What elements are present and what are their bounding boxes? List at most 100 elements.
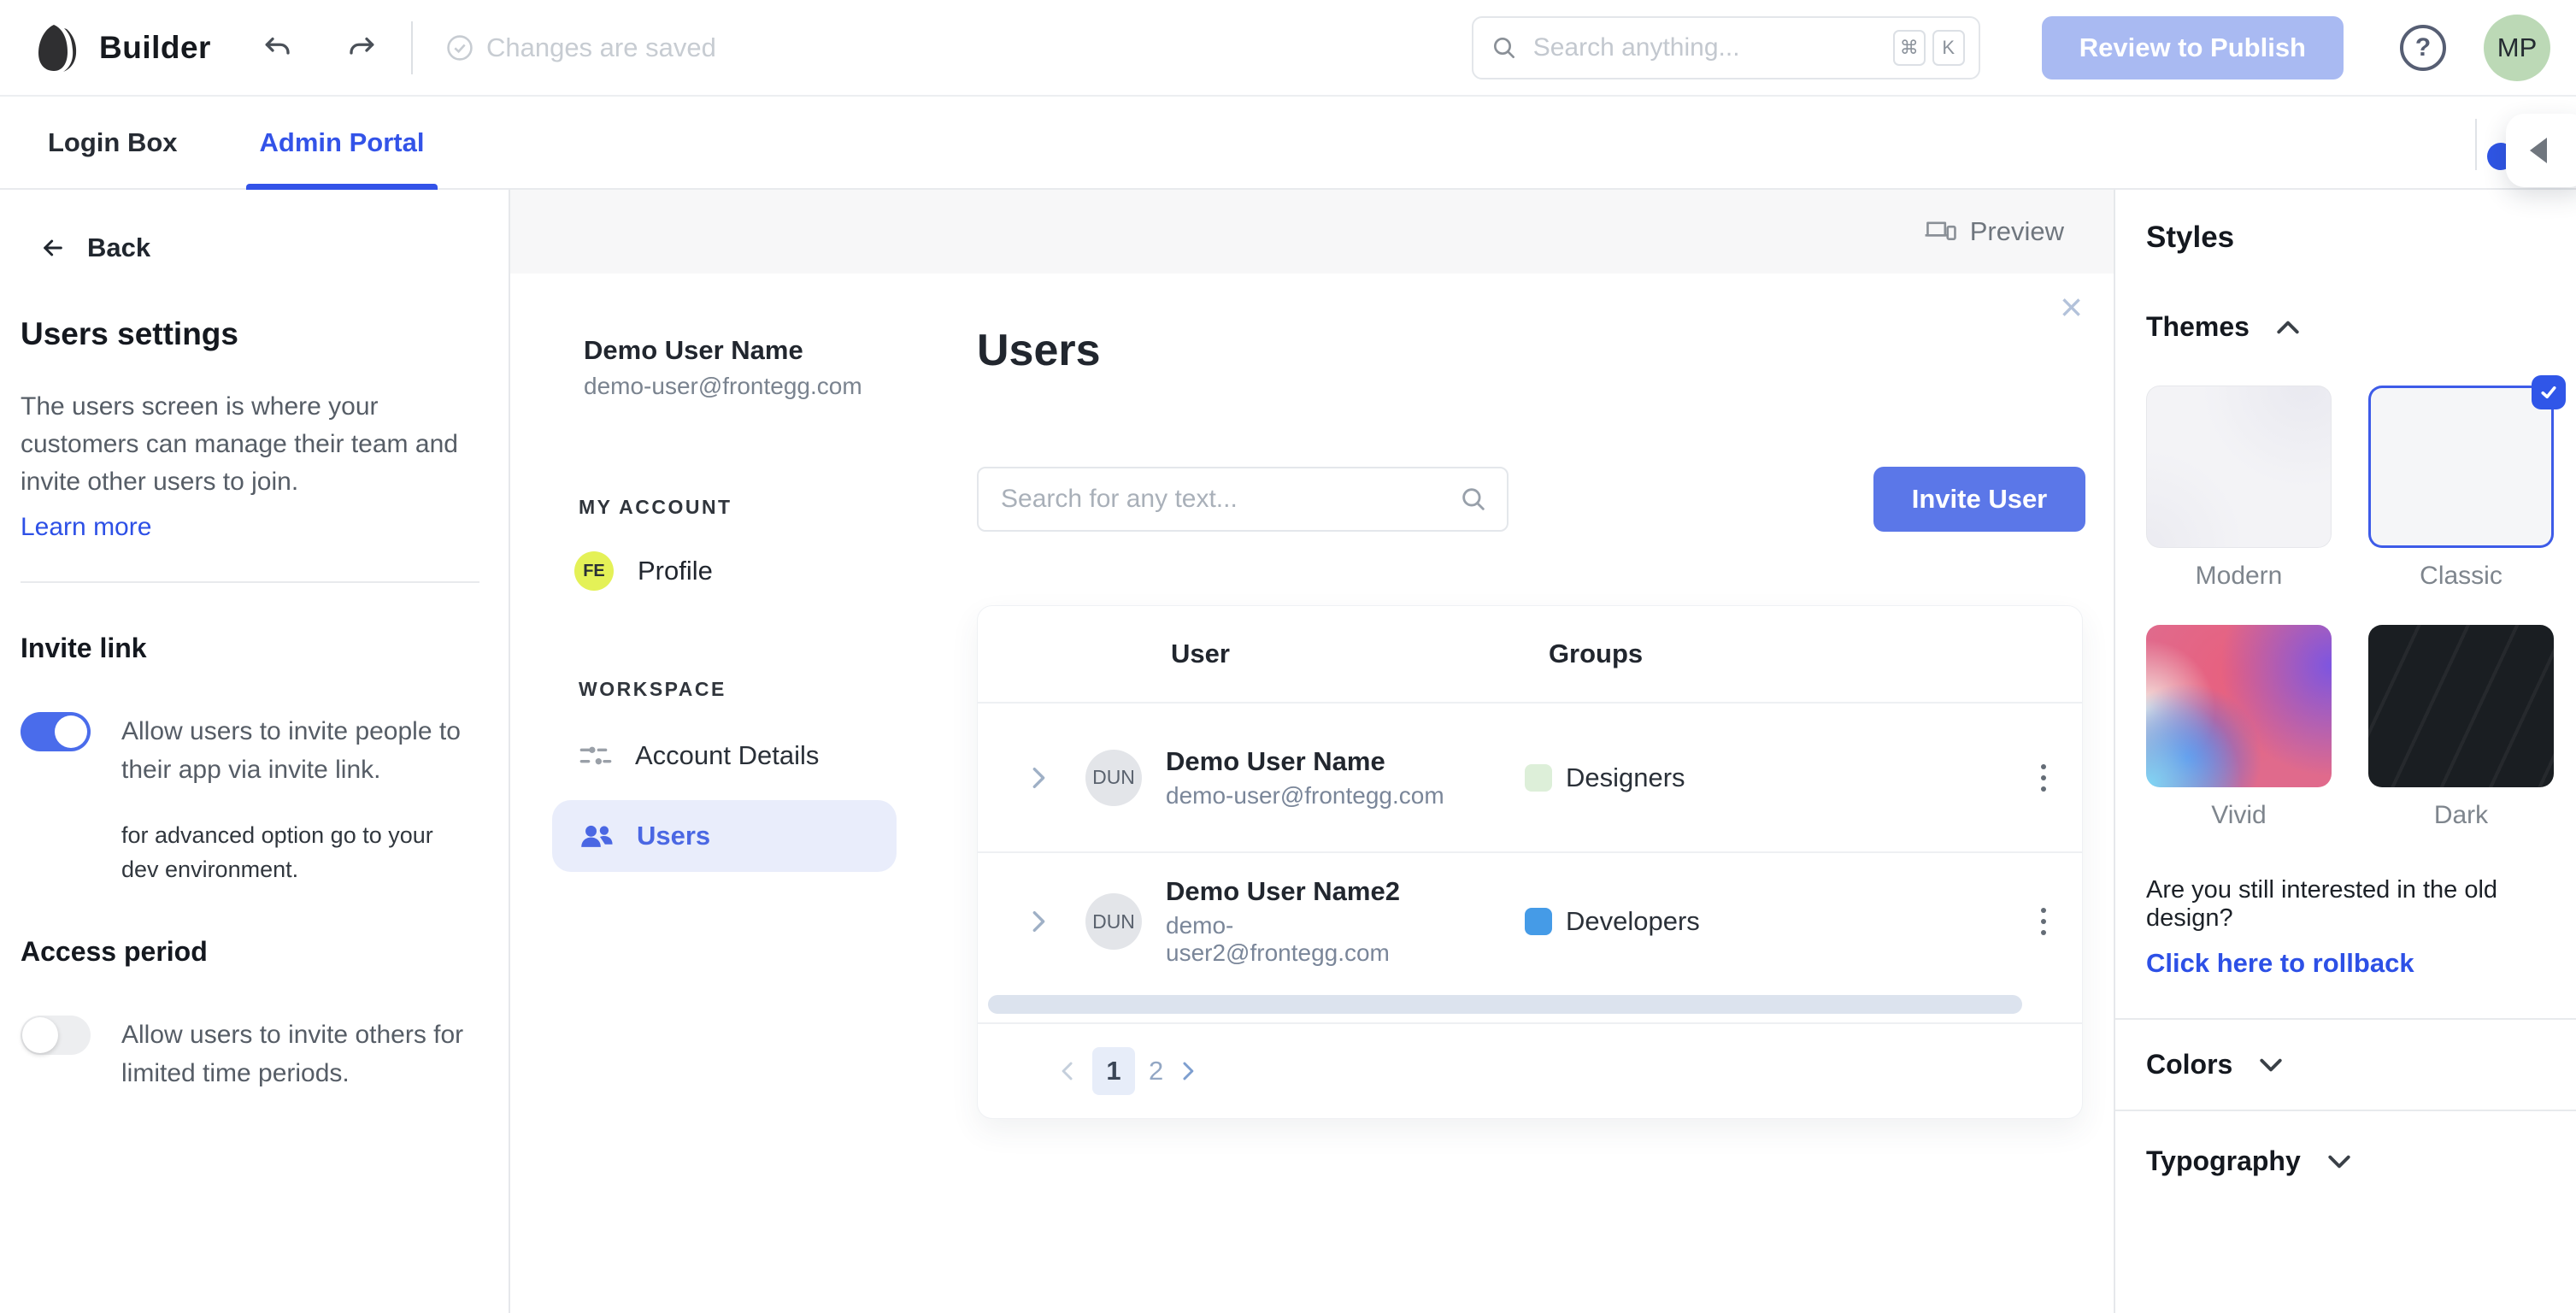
review-to-publish-button[interactable]: Review to Publish xyxy=(2041,15,2344,79)
colors-label: Colors xyxy=(2146,1049,2233,1080)
top-header: Builder Changes are saved ⌘ K Review to … xyxy=(0,0,2576,97)
rollback-link[interactable]: Click here to rollback xyxy=(2146,948,2414,979)
row-menu-icon[interactable] xyxy=(2034,757,2053,798)
nav-item-users[interactable]: Users xyxy=(552,800,897,872)
collapse-panel-button[interactable] xyxy=(2506,114,2576,187)
groups-cell: Designers xyxy=(1525,762,1685,793)
back-label: Back xyxy=(87,233,151,262)
save-status-text: Changes are saved xyxy=(485,32,716,62)
global-search-input[interactable] xyxy=(1532,32,1886,62)
back-button[interactable]: Back xyxy=(39,233,488,263)
typography-section-toggle[interactable]: Typography xyxy=(2146,1145,2552,1177)
tab-login-box[interactable]: Login Box xyxy=(48,97,178,188)
invite-link-note: for advanced option go to your dev envir… xyxy=(121,822,433,882)
global-search[interactable]: ⌘ K xyxy=(1471,15,1980,79)
search-icon xyxy=(1493,37,1514,58)
header-divider xyxy=(410,21,413,74)
user-avatar[interactable]: MP xyxy=(2484,14,2550,81)
toggle-knob xyxy=(55,715,87,748)
users-search[interactable] xyxy=(977,467,1509,532)
invite-link-title: Invite link xyxy=(21,633,147,663)
header-right: ⌘ K Review to Publish ? MP xyxy=(1471,14,2550,81)
portal-account-name: Demo User Name xyxy=(584,335,803,365)
shortcut-k-key: K xyxy=(1932,29,1965,66)
invite-link-setting: Allow users to invite people to their ap… xyxy=(21,712,488,789)
preview-button[interactable]: Preview xyxy=(1924,216,2064,247)
settings-sidebar: Back Users settings The users screen is … xyxy=(0,190,510,1313)
expand-row-icon[interactable] xyxy=(1027,909,1050,934)
main-layout: Back Users settings The users screen is … xyxy=(0,190,2576,1313)
theme-option-modern[interactable] xyxy=(2146,386,2332,548)
panel-divider xyxy=(2115,1018,2576,1020)
learn-more-link[interactable]: Learn more xyxy=(21,513,151,542)
users-page: Users Invite User User Groups xyxy=(977,325,2085,1119)
theme-label-dark: Dark xyxy=(2433,801,2489,829)
access-period-toggle[interactable] xyxy=(21,1016,91,1055)
workspace-section-label: WORKSPACE xyxy=(579,678,726,700)
arrow-left-icon xyxy=(44,239,62,256)
horizontal-scrollbar[interactable] xyxy=(988,995,2022,1014)
column-header-groups: Groups xyxy=(1548,639,1644,668)
help-button[interactable]: ? xyxy=(2400,24,2446,71)
table-row[interactable]: DUN Demo User Name2 demo-user2@frontegg.… xyxy=(978,853,2082,990)
portal-nav: Demo User Name demo-user@frontegg.com MY… xyxy=(552,335,897,872)
preview-region: Preview × Demo User Name demo-user@front… xyxy=(510,190,2114,1313)
table-row[interactable]: DUN Demo User Name demo-user@frontegg.co… xyxy=(978,704,2082,853)
theme-option-vivid[interactable] xyxy=(2146,625,2332,787)
expand-row-icon[interactable] xyxy=(1027,765,1050,791)
group-color-swatch xyxy=(1525,908,1552,935)
theme-label-classic: Classic xyxy=(2420,562,2502,590)
row-avatar: DUN xyxy=(1085,893,1142,950)
access-period-setting: Allow users to invite others for limited… xyxy=(21,1016,488,1092)
shortcut-cmd-key: ⌘ xyxy=(1892,29,1926,66)
theme-option-classic[interactable] xyxy=(2368,375,2566,548)
typography-label: Typography xyxy=(2146,1145,2301,1176)
row-avatar: DUN xyxy=(1085,749,1142,806)
row-menu-icon[interactable] xyxy=(2034,901,2053,942)
colors-section-toggle[interactable]: Colors xyxy=(2146,1049,2552,1080)
settings-title: Users settings xyxy=(21,316,238,351)
next-page-icon[interactable] xyxy=(1170,1060,1206,1082)
chevron-up-icon xyxy=(2277,321,2299,333)
undo-button[interactable] xyxy=(261,31,295,65)
check-circle-icon xyxy=(447,34,473,61)
invite-user-button[interactable]: Invite User xyxy=(1873,467,2085,532)
redo-button[interactable] xyxy=(344,31,379,65)
users-table: User Groups DUN Demo User Name demo-user… xyxy=(977,605,2083,1119)
save-status: Changes are saved xyxy=(445,32,716,63)
settings-description: The users screen is where your customers… xyxy=(21,392,458,496)
prev-page-icon[interactable] xyxy=(1050,1060,1085,1082)
group-name: Developers xyxy=(1566,906,1700,936)
preview-toolbar: Preview xyxy=(510,190,2114,274)
theme-options: Modern Classic Vivid Dark xyxy=(2146,375,2566,864)
page-number-1[interactable]: 1 xyxy=(1092,1047,1135,1095)
styles-panel: Styles Themes Modern Classic Vivid Dark … xyxy=(2114,190,2576,1313)
nav-item-account-details[interactable]: Account Details xyxy=(579,740,897,771)
users-search-input[interactable] xyxy=(1001,485,1459,514)
tab-admin-portal[interactable]: Admin Portal xyxy=(245,97,438,190)
page-number-2[interactable]: 2 xyxy=(1149,1056,1163,1086)
profile-avatar: FE xyxy=(574,551,614,591)
nav-item-profile[interactable]: FE Profile xyxy=(574,551,897,591)
close-icon[interactable]: × xyxy=(2060,287,2083,327)
chevron-down-icon xyxy=(2260,1058,2282,1071)
my-account-section-label: MY ACCOUNT xyxy=(579,496,732,518)
devices-icon xyxy=(1925,221,1956,241)
invite-link-toggle[interactable] xyxy=(21,712,91,751)
frontegg-logo-icon xyxy=(38,24,77,72)
search-icon xyxy=(1462,488,1485,510)
app-title: Builder xyxy=(99,29,211,65)
panel-divider xyxy=(2115,1110,2576,1111)
user-name: Demo User Name2 xyxy=(1166,876,1400,906)
table-pagination: 1 2 xyxy=(978,1022,2082,1118)
users-page-title: Users xyxy=(977,326,1101,375)
groups-cell: Developers xyxy=(1525,906,1700,937)
theme-option-dark[interactable] xyxy=(2368,625,2554,787)
user-name: Demo User Name xyxy=(1166,745,1385,776)
chevron-down-icon xyxy=(2328,1155,2350,1168)
preview-label: Preview xyxy=(1969,216,2064,246)
user-email: demo-user@frontegg.com xyxy=(1166,781,1444,809)
users-nav-label: Users xyxy=(637,821,711,851)
themes-section-toggle[interactable]: Themes xyxy=(2146,311,2552,343)
users-controls: Invite User xyxy=(977,467,2085,532)
